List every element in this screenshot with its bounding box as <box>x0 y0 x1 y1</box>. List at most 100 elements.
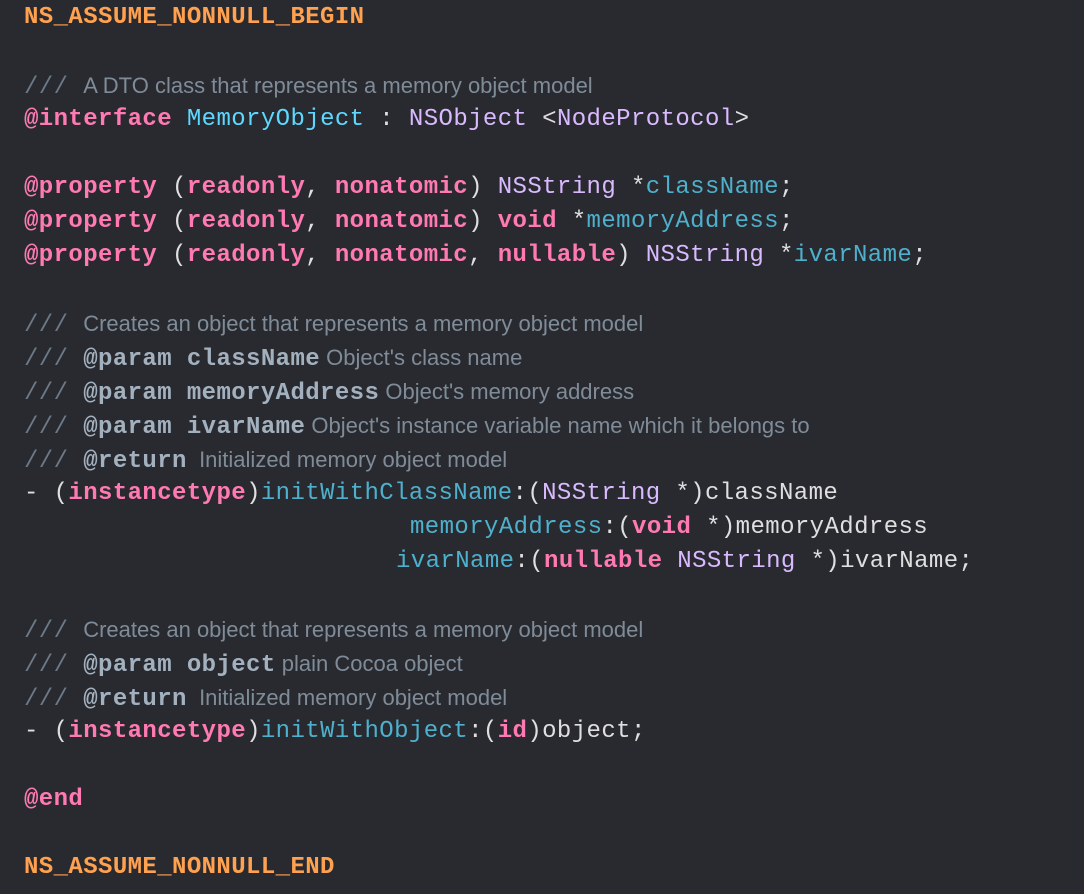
code-token-cmt: Creates an object that represents a memo… <box>83 311 644 336</box>
code-line[interactable]: /// Creates an object that represents a … <box>24 307 643 341</box>
code-token-plain: *)ivarName; <box>795 548 974 575</box>
code-token-slash: /// <box>24 448 84 475</box>
code-token-ident: ivarName <box>793 242 913 269</box>
code-token-slash: /// <box>24 686 84 713</box>
code-token-plain: ( <box>157 174 187 201</box>
code-line[interactable]: - (instancetype)initWithClassName:(NSStr… <box>24 477 838 511</box>
code-line[interactable]: NS_ASSUME_NONNULL_BEGIN <box>24 1 364 35</box>
code-token-ident: memoryAddress <box>586 208 779 235</box>
code-token-kw: void <box>497 208 557 235</box>
code-token-ident: ivarName <box>396 548 515 575</box>
code-token-doc: @return <box>83 448 187 475</box>
code-token-plain: * <box>616 174 646 201</box>
code-editor[interactable]: NS_ASSUME_NONNULL_BEGIN /// A DTO class t… <box>0 0 1084 894</box>
code-token-decl: MemoryObject <box>186 106 365 133</box>
code-token-kw: nonatomic <box>334 208 469 235</box>
code-line[interactable]: ivarName:(nullable NSString *)ivarName; <box>396 545 973 579</box>
code-token-type: NSString <box>677 548 796 575</box>
code-token-slash: /// <box>24 618 84 645</box>
code-token-plain: ; <box>778 208 794 235</box>
code-line[interactable]: @property (readonly, nonatomic, nullable… <box>24 239 927 273</box>
code-token-plain: , <box>305 242 335 269</box>
code-token-slash: /// <box>24 414 84 441</box>
code-line[interactable]: @property (readonly, nonatomic) NSString… <box>24 171 794 205</box>
code-token-plain: : <box>364 106 409 133</box>
code-token-plain: ( <box>157 208 187 235</box>
code-token-slash: /// <box>24 652 84 679</box>
code-line[interactable]: /// @param ivarName Object's instance va… <box>24 409 810 443</box>
code-token-plain: ( <box>157 242 187 269</box>
code-token-kw: void <box>632 514 692 541</box>
code-line[interactable]: - (instancetype)initWithObject:(id)objec… <box>24 715 646 749</box>
code-token-slash: /// <box>24 74 84 101</box>
code-token-plain: - ( <box>24 480 69 507</box>
code-token-doc: @param object <box>83 652 276 679</box>
code-token-slash: /// <box>24 380 84 407</box>
code-token-kw: nullable <box>497 242 617 269</box>
code-token-plain: < <box>527 106 557 133</box>
code-line[interactable]: /// A DTO class that represents a memory… <box>24 69 593 103</box>
code-token-kw: @interface <box>24 106 173 133</box>
code-token-plain: * <box>764 242 794 269</box>
code-token-plain: , <box>305 208 335 235</box>
code-token-plain: ) <box>468 174 498 201</box>
code-token-kw: readonly <box>186 242 306 269</box>
code-token-doc: @param memoryAddress <box>83 380 380 407</box>
code-token-doc: @param ivarName <box>83 414 306 441</box>
code-token-plain: ; <box>912 242 928 269</box>
code-token-pre: NS_ASSUME_NONNULL_END <box>24 854 335 881</box>
code-token-plain: ) <box>246 480 261 507</box>
code-token-plain: > <box>734 106 750 133</box>
code-line[interactable]: /// @param memoryAddress Object's memory… <box>24 375 634 409</box>
code-token-type: NSObject <box>408 106 528 133</box>
code-token-pre: NS_ASSUME_NONNULL_BEGIN <box>24 4 365 31</box>
code-token-cmt: A DTO class that represents a memory obj… <box>83 73 593 98</box>
code-token-plain: , <box>468 242 498 269</box>
code-token-plain: :( <box>602 514 633 541</box>
code-token-plain: , <box>305 174 335 201</box>
code-token-kw: instancetype <box>68 480 247 507</box>
code-line[interactable]: @property (readonly, nonatomic) void *me… <box>24 205 794 239</box>
code-token-kw: nonatomic <box>334 242 469 269</box>
code-token-kw: id <box>497 718 528 745</box>
code-token-cmt: Creates an object that represents a memo… <box>83 617 644 642</box>
code-token-type: NSString <box>542 480 661 507</box>
code-line[interactable]: /// @param className Object's class name <box>24 341 522 375</box>
code-token-doc: @param className <box>83 346 321 373</box>
code-token-doc: @return <box>83 686 187 713</box>
code-token-kw: @end <box>24 786 84 813</box>
code-token-type: NodeProtocol <box>556 106 735 133</box>
code-token-kw: nullable <box>544 548 663 575</box>
code-token-plain: * <box>556 208 587 235</box>
code-token-ident: memoryAddress <box>410 514 603 541</box>
code-token-plain: ; <box>778 174 794 201</box>
code-token-plain: :( <box>512 480 543 507</box>
code-token-plain: ) <box>468 208 498 235</box>
code-token-plain: ) <box>616 242 646 269</box>
code-token-cmt: Object's instance variable name which it… <box>305 413 810 438</box>
code-token-slash: /// <box>24 312 84 339</box>
code-line[interactable]: /// @param object plain Cocoa object <box>24 647 463 681</box>
code-token-slash: /// <box>24 346 84 373</box>
code-token-cmt: Object's class name <box>320 345 523 370</box>
code-line[interactable]: /// Creates an object that represents a … <box>24 613 643 647</box>
code-token-type: NSString <box>645 242 765 269</box>
code-line[interactable]: /// @return Initialized memory object mo… <box>24 443 507 477</box>
code-line[interactable]: /// @return Initialized memory object mo… <box>24 681 507 715</box>
code-token-kw: instancetype <box>68 718 247 745</box>
code-token-ident: initWithClassName <box>260 480 513 507</box>
code-token-kw: readonly <box>186 208 306 235</box>
code-line[interactable]: memoryAddress:(void *)memoryAddress <box>410 511 928 545</box>
code-line[interactable]: @interface MemoryObject : NSObject <Node… <box>24 103 749 137</box>
code-token-plain: - ( <box>24 718 69 745</box>
code-token-type: NSString <box>497 174 617 201</box>
code-token-plain: *)memoryAddress <box>691 514 929 541</box>
code-token-cmt: plain Cocoa object <box>275 651 463 676</box>
code-token-plain: *)className <box>660 480 839 507</box>
code-token-plain: )object; <box>527 718 646 745</box>
code-token-ident: initWithObject <box>260 718 469 745</box>
code-token-plain: ) <box>246 718 261 745</box>
code-line[interactable]: NS_ASSUME_NONNULL_END <box>24 851 335 885</box>
code-token-cmt: Initialized memory object model <box>186 685 508 710</box>
code-line[interactable]: @end <box>24 783 83 817</box>
